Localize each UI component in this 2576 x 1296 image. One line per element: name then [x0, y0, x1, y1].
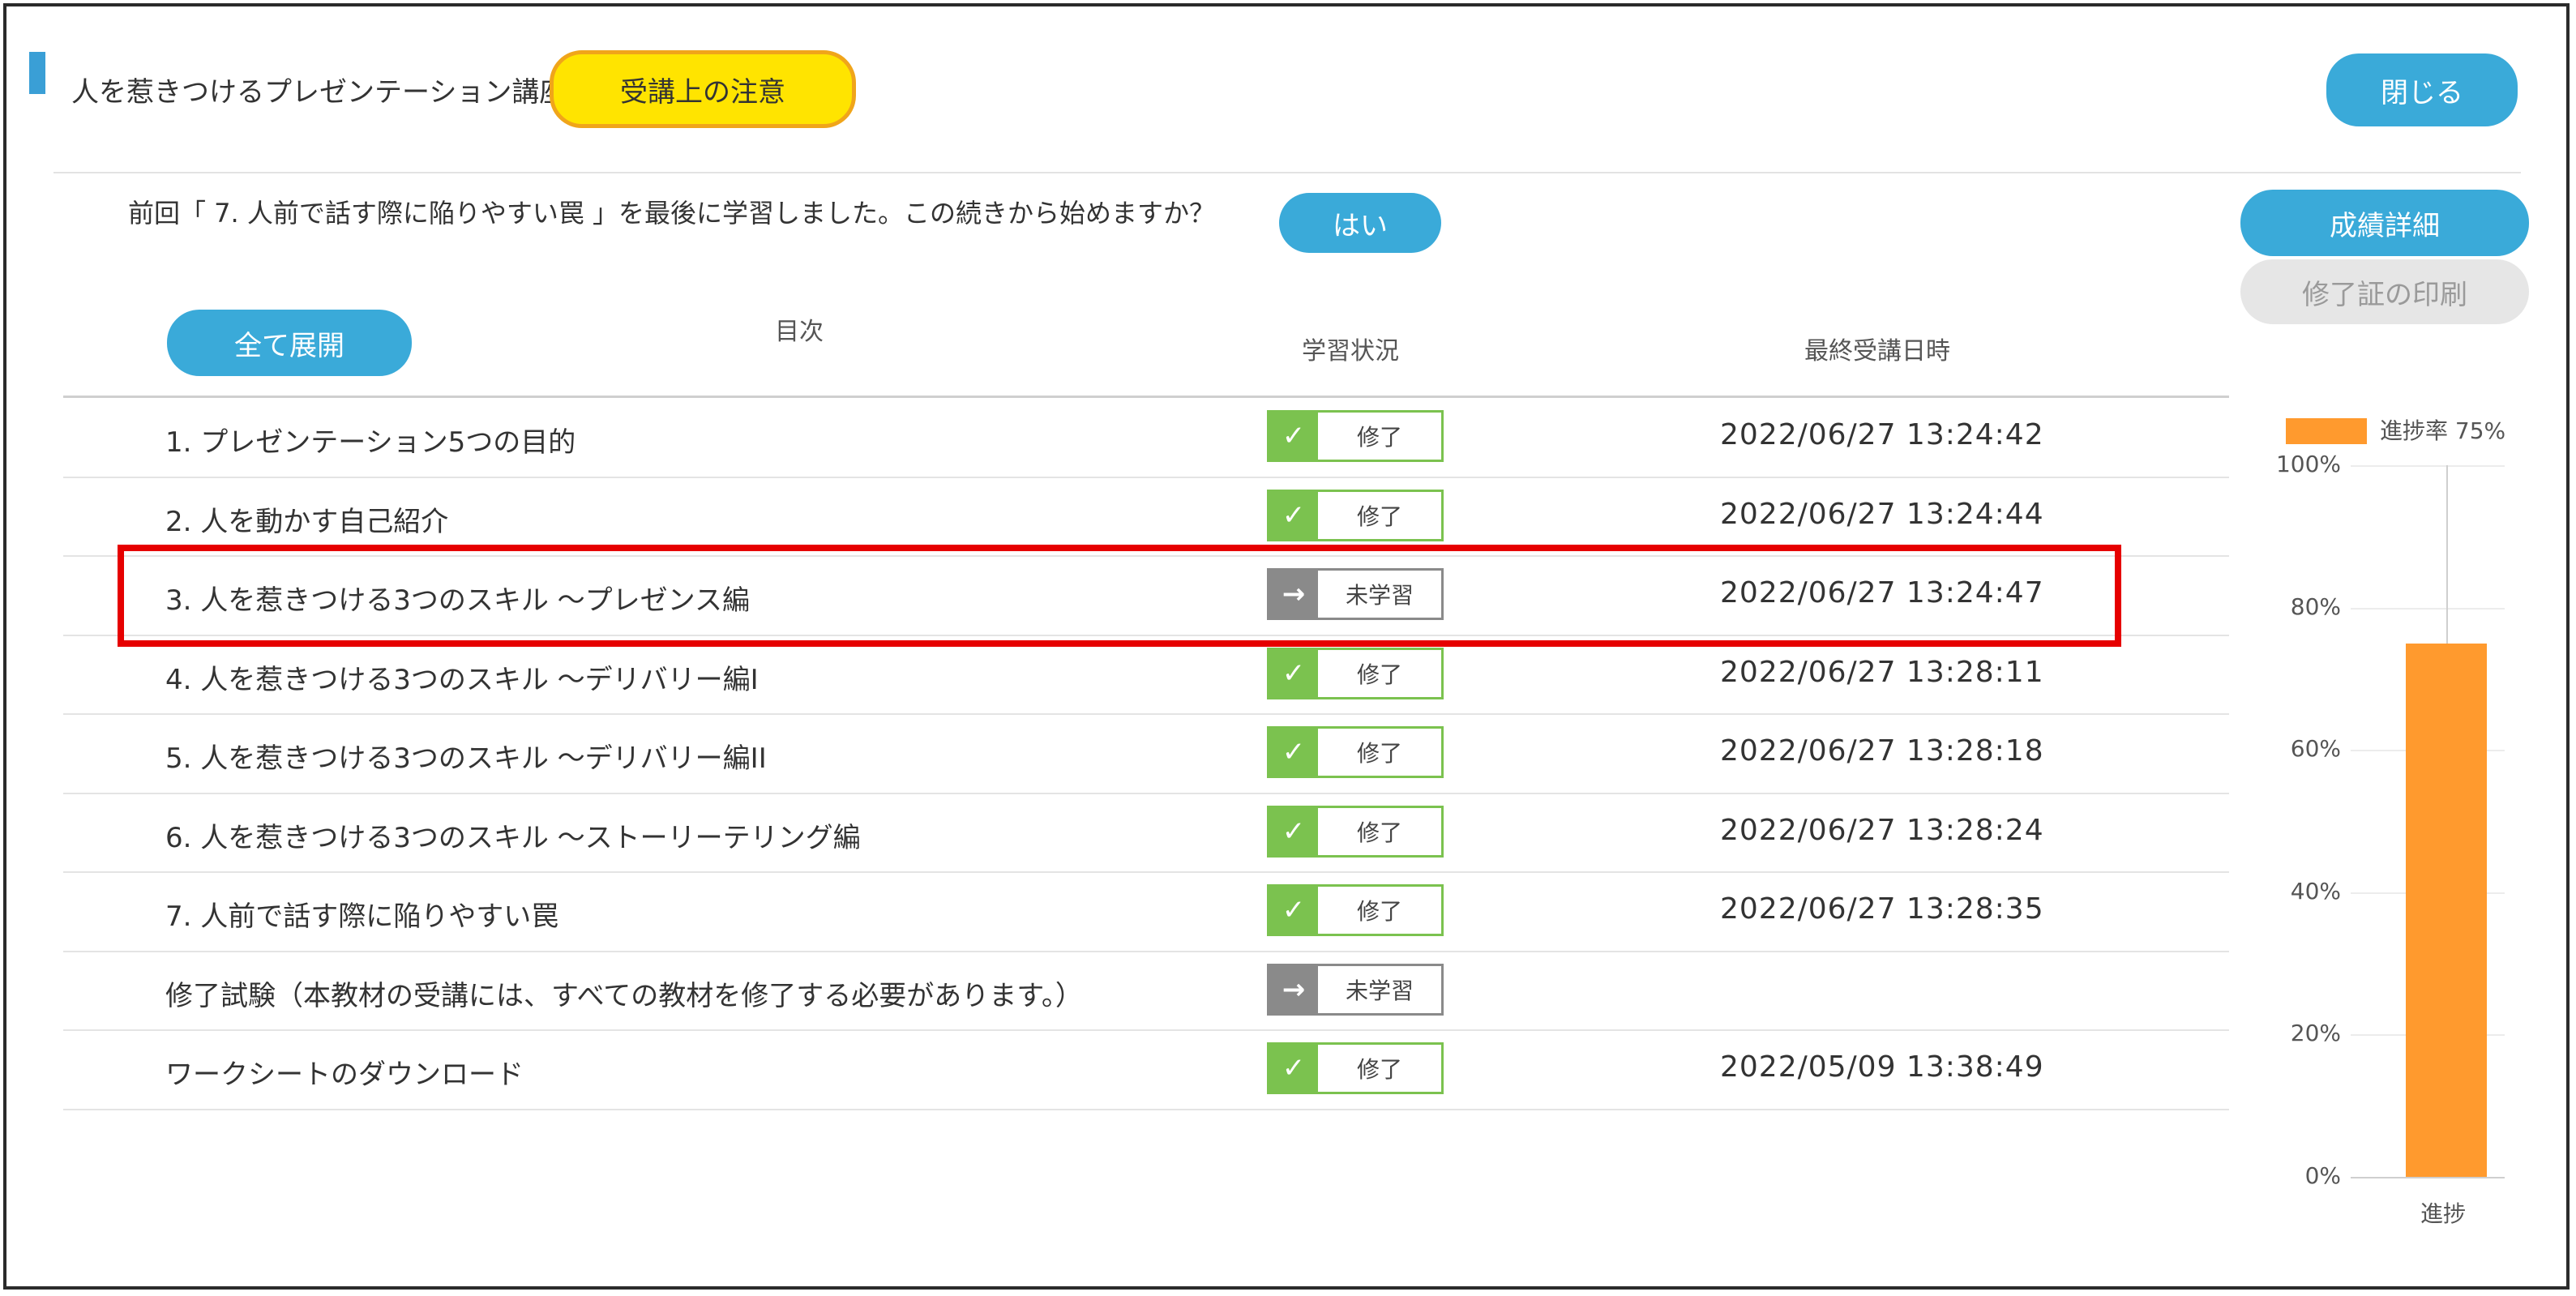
row-title[interactable]: 4. 人を惹きつける3つのスキル ～デリバリー編I [165, 657, 759, 697]
row-last-date: 2022/06/27 13:24:42 [1720, 418, 2044, 451]
title-accent-bar [29, 52, 45, 94]
resume-message: 前回「 7. 人前で話す際に陥りやすい罠 」を最後に学習しました。この続きから始… [128, 198, 1216, 229]
row-last-date: 2022/06/27 13:28:35 [1720, 892, 2044, 926]
row-last-date: 2022/06/27 13:28:11 [1720, 655, 2044, 689]
col-head-contents: 目次 [775, 318, 824, 346]
status-badge: ✓ 修了 [1267, 726, 1444, 778]
row-divider [63, 871, 2229, 873]
status-badge: ✓ 修了 [1267, 1042, 1444, 1094]
row-title[interactable]: 7. 人前で話す際に陥りやすい罠 [165, 894, 558, 934]
status-badge: ✓ 修了 [1267, 410, 1444, 462]
y-tick-label: 80% [2290, 592, 2341, 620]
row-title[interactable]: 6. 人を惹きつける3つのスキル ～ストーリーテリング編 [165, 815, 861, 855]
legend-label: 進捗率 75% [2380, 417, 2506, 444]
row-last-date: 2022/06/27 13:28:18 [1720, 734, 2044, 768]
expand-all-button[interactable]: 全て展開 [167, 310, 412, 376]
row-title[interactable]: ワークシートのダウンロード [165, 1052, 524, 1092]
row-divider [63, 476, 2229, 478]
legend-swatch [2286, 418, 2367, 444]
check-icon: ✓ [1269, 1045, 1318, 1092]
row-divider [63, 1108, 2229, 1110]
status-label: 修了 [1356, 503, 1402, 530]
check-icon: ✓ [1269, 887, 1318, 934]
status-badge: ✓ 修了 [1267, 805, 1444, 858]
y-tick-label: 40% [2290, 877, 2341, 905]
grade-details-button[interactable]: 成績詳細 [2240, 190, 2529, 256]
x-category-label: 進捗 [2420, 1200, 2467, 1227]
y-tick-label: 100% [2275, 451, 2341, 477]
row-divider [63, 792, 2229, 794]
check-icon: ✓ [1269, 729, 1318, 776]
status-badge: ✓ 修了 [1267, 647, 1444, 699]
status-badge: → 未学習 [1267, 963, 1444, 1016]
status-label: 修了 [1356, 661, 1402, 688]
row-divider [63, 950, 2229, 952]
check-icon: ✓ [1269, 413, 1318, 460]
course-title: 人を惹きつけるプレゼンテーション講座 [71, 76, 567, 109]
status-label: 修了 [1356, 819, 1402, 846]
y-gridline [2351, 465, 2505, 467]
x-axis-line [2351, 1177, 2505, 1178]
row-title[interactable]: 1. プレゼンテーション5つの目的 [165, 420, 576, 460]
row-last-date: 2022/06/27 13:28:24 [1720, 813, 2044, 847]
status-label: 未学習 [1345, 977, 1414, 1004]
row-divider [63, 713, 2229, 715]
status-badge: ✓ 修了 [1267, 489, 1444, 541]
close-button[interactable]: 閉じる [2326, 53, 2518, 126]
status-label: 修了 [1356, 898, 1402, 925]
row-last-date: 2022/06/27 13:24:44 [1720, 497, 2044, 531]
status-label: 修了 [1356, 424, 1402, 451]
col-head-status: 学習状況 [1302, 337, 1399, 366]
print-certificate-button[interactable]: 修了証の印刷 [2240, 259, 2529, 324]
highlight-box [118, 545, 2121, 647]
table-header-line [63, 396, 2229, 398]
row-title[interactable]: 5. 人を惹きつける3つのスキル ～デリバリー編II [165, 736, 767, 776]
y-tick-label: 20% [2290, 1020, 2341, 1047]
header-divider [53, 172, 2521, 173]
y-tick-label: 0% [2304, 1162, 2341, 1189]
col-head-last-date: 最終受講日時 [1804, 337, 1950, 366]
check-icon: ✓ [1269, 649, 1318, 697]
row-last-date: 2022/05/09 13:38:49 [1720, 1050, 2044, 1084]
progress-bar [2406, 643, 2487, 1177]
row-title[interactable]: 2. 人を動かす自己紹介 [165, 499, 448, 539]
y-gridline [2351, 607, 2505, 610]
status-badge: ✓ 修了 [1267, 884, 1444, 936]
status-label: 修了 [1356, 740, 1402, 767]
y-tick-label: 60% [2290, 735, 2341, 763]
check-icon: ✓ [1269, 807, 1318, 855]
resume-yes-button[interactable]: はい [1279, 193, 1441, 253]
course-notice-button[interactable]: 受講上の注意 [550, 50, 856, 128]
row-divider [63, 1029, 2229, 1031]
check-icon: ✓ [1269, 491, 1318, 539]
arrow-right-icon: → [1269, 965, 1318, 1013]
status-label: 修了 [1356, 1056, 1402, 1083]
row-title[interactable]: 修了試験（本教材の受講には、すべての教材を修了する必要があります。） [165, 973, 1083, 1013]
